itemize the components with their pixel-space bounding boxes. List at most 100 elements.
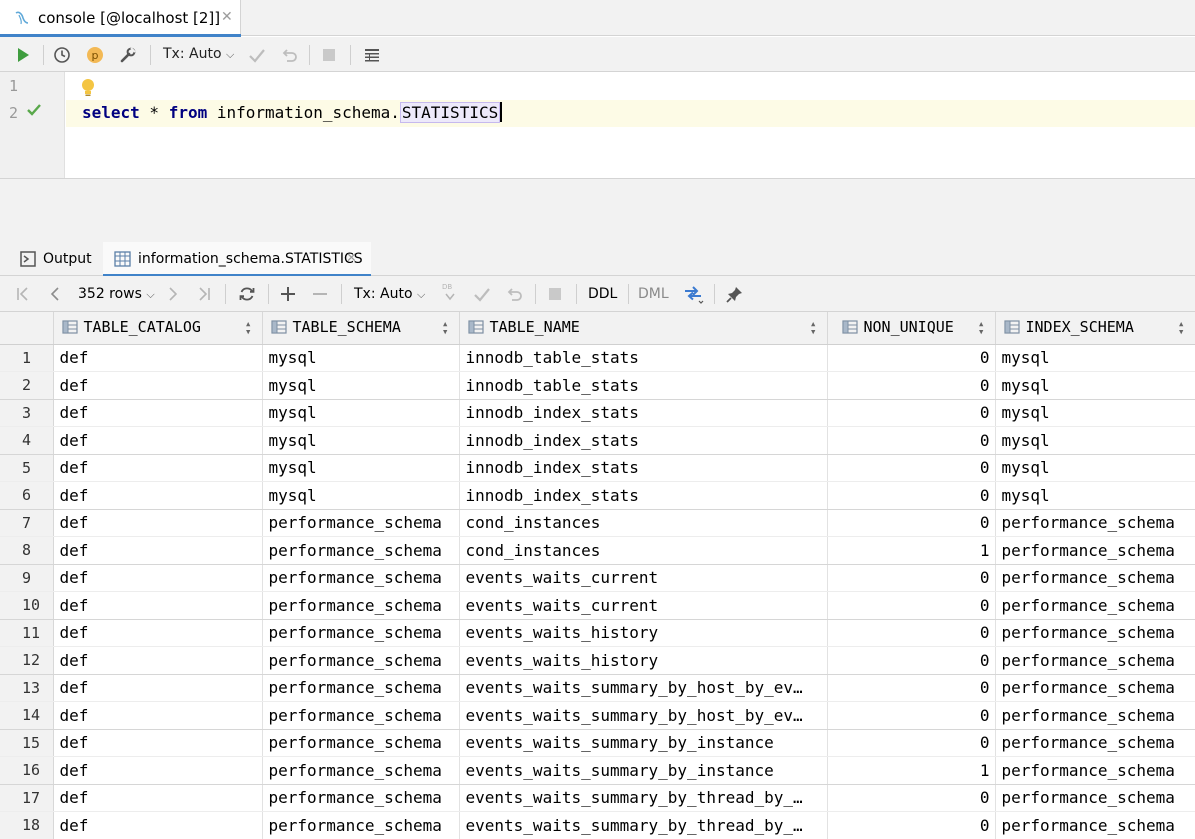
table-row[interactable]: 13 def performance_schema events_waits_summ… (0, 674, 1195, 702)
table-row[interactable]: 10 def performance_schema events_waits_curr… (0, 591, 1195, 620)
table-view-icon[interactable] (361, 44, 383, 66)
table-catalog-cell[interactable]: def (53, 481, 263, 510)
non-unique-cell[interactable]: 0 (827, 729, 996, 757)
table-schema-cell[interactable]: mysql (262, 426, 460, 455)
index-schema-cell[interactable]: mysql (995, 481, 1195, 510)
editor-results-splitter[interactable] (0, 178, 1195, 242)
index-schema-cell[interactable]: performance_schema (995, 619, 1195, 647)
table-schema-cell[interactable]: performance_schema (262, 701, 460, 730)
table-catalog-cell[interactable]: def (53, 536, 263, 565)
table-catalog-cell[interactable]: def (53, 344, 263, 372)
index-schema-cell[interactable]: performance_schema (995, 729, 1195, 757)
explain-plan-icon[interactable]: p (84, 44, 106, 66)
column-header-index-schema[interactable]: INDEX_SCHEMA ▴ ▾ (995, 312, 1195, 345)
non-unique-cell[interactable]: 0 (827, 674, 996, 702)
editor-tab-console[interactable]: console [@localhost [2]] ✕ (0, 0, 241, 37)
commit-check-icon[interactable] (246, 44, 268, 66)
table-schema-cell[interactable]: performance_schema (262, 646, 460, 675)
non-unique-cell[interactable]: 0 (827, 564, 996, 592)
index-schema-cell[interactable]: mysql (995, 454, 1195, 482)
table-row[interactable]: 16 def performance_schema events_waits_summ… (0, 756, 1195, 785)
table-schema-cell[interactable]: mysql (262, 481, 460, 510)
row-count-dropdown[interactable]: 352 rows ⌵ (78, 286, 155, 302)
table-catalog-cell[interactable]: def (53, 399, 263, 427)
table-schema-cell[interactable]: mysql (262, 454, 460, 482)
refresh-icon[interactable] (236, 283, 258, 305)
table-catalog-cell[interactable]: def (53, 619, 263, 647)
table-schema-cell[interactable]: performance_schema (262, 674, 460, 702)
tx-mode-dropdown[interactable]: Tx: Auto ⌵ (163, 46, 234, 62)
intention-bulb-icon[interactable] (80, 78, 96, 102)
non-unique-cell[interactable]: 1 (827, 536, 996, 565)
table-name-cell[interactable]: events_waits_current (459, 591, 828, 620)
index-schema-cell[interactable]: mysql (995, 344, 1195, 372)
table-schema-cell[interactable]: performance_schema (262, 564, 460, 592)
table-name-cell[interactable]: events_waits_history (459, 646, 828, 675)
table-name-cell[interactable]: events_waits_summary_by_instance (459, 756, 828, 785)
table-name-cell[interactable]: innodb_table_stats (459, 344, 828, 372)
table-catalog-cell[interactable]: def (53, 784, 263, 812)
index-schema-cell[interactable]: mysql (995, 426, 1195, 455)
index-schema-cell[interactable]: performance_schema (995, 646, 1195, 675)
non-unique-cell[interactable]: 0 (827, 701, 996, 730)
index-schema-cell[interactable]: performance_schema (995, 701, 1195, 730)
column-header-table-schema[interactable]: TABLE_SCHEMA ▴ ▾ (262, 312, 460, 345)
rollback-icon[interactable] (504, 283, 526, 305)
table-row[interactable]: 2 def mysql innodb_table_stats 0 mysql (0, 371, 1195, 400)
table-name-cell[interactable]: innodb_index_stats (459, 399, 828, 427)
close-icon[interactable]: ✕ (346, 251, 357, 266)
sort-arrows-icon[interactable]: ▴ ▾ (978, 318, 985, 337)
non-unique-cell[interactable]: 0 (827, 811, 996, 839)
last-page-icon[interactable] (193, 283, 215, 305)
table-schema-cell[interactable]: performance_schema (262, 591, 460, 620)
column-header-table-name[interactable]: TABLE_NAME ▴ ▾ (459, 312, 828, 345)
table-row[interactable]: 11 def performance_schema events_waits_hist… (0, 619, 1195, 647)
table-row[interactable]: 14 def performance_schema events_waits_summ… (0, 701, 1195, 730)
table-schema-cell[interactable]: performance_schema (262, 756, 460, 785)
table-catalog-cell[interactable]: def (53, 674, 263, 702)
non-unique-cell[interactable]: 0 (827, 481, 996, 510)
table-catalog-cell[interactable]: def (53, 646, 263, 675)
table-catalog-cell[interactable]: def (53, 701, 263, 730)
table-row[interactable]: 3 def mysql innodb_index_stats 0 mysql (0, 399, 1195, 427)
table-catalog-cell[interactable]: def (53, 371, 263, 400)
tx-mode-dropdown[interactable]: Tx: Auto ⌵ (354, 286, 425, 302)
pin-icon[interactable] (724, 283, 746, 305)
close-icon[interactable]: ✕ (221, 9, 233, 25)
submit-changes-db-icon[interactable]: DB (441, 283, 459, 305)
non-unique-cell[interactable]: 0 (827, 509, 996, 537)
previous-page-icon[interactable] (44, 283, 66, 305)
table-row[interactable]: 18 def performance_schema events_waits_summ… (0, 811, 1195, 839)
column-header-non-unique[interactable]: NON_UNIQUE ▴ ▾ (827, 312, 996, 345)
index-schema-cell[interactable]: mysql (995, 371, 1195, 400)
table-schema-cell[interactable]: mysql (262, 399, 460, 427)
index-schema-cell[interactable]: performance_schema (995, 591, 1195, 620)
table-name-cell[interactable]: events_waits_summary_by_host_by_ev… (459, 674, 828, 702)
table-name-cell[interactable]: events_waits_summary_by_thread_by_… (459, 811, 828, 839)
table-catalog-cell[interactable]: def (53, 454, 263, 482)
table-name-cell[interactable]: events_waits_summary_by_thread_by_… (459, 784, 828, 812)
table-row[interactable]: 1 def mysql innodb_table_stats 0 mysql (0, 344, 1195, 372)
table-row[interactable]: 5 def mysql innodb_index_stats 0 mysql (0, 454, 1195, 482)
tab-output[interactable]: Output (0, 242, 103, 276)
compare-arrows-icon[interactable] (683, 283, 705, 305)
commit-check-icon[interactable] (471, 283, 493, 305)
results-grid[interactable]: TABLE_CATALOG ▴ ▾ TABLE_SCHEMA ▴ ▾ TABLE_NAM… (0, 312, 1195, 839)
table-row[interactable]: 7 def performance_schema cond_instances 0 per… (0, 509, 1195, 537)
sql-query-text[interactable]: select * from information_schema. STATIST… (82, 102, 503, 123)
run-icon[interactable] (12, 44, 34, 66)
stop-icon[interactable] (318, 44, 340, 66)
sort-arrows-icon[interactable]: ▴ ▾ (245, 318, 252, 337)
ddl-button[interactable]: DDL (588, 286, 617, 302)
table-name-cell[interactable]: events_waits_current (459, 564, 828, 592)
sql-editor[interactable]: 1 2 select * from information_schema. STA… (0, 72, 1195, 178)
index-schema-cell[interactable]: mysql (995, 399, 1195, 427)
next-page-icon[interactable] (162, 283, 184, 305)
dml-button[interactable]: DML (638, 286, 669, 302)
table-schema-cell[interactable]: performance_schema (262, 509, 460, 537)
non-unique-cell[interactable]: 0 (827, 619, 996, 647)
non-unique-cell[interactable]: 0 (827, 399, 996, 427)
non-unique-cell[interactable]: 0 (827, 591, 996, 620)
tab-statistics-result[interactable]: information_schema.STATISTICS ✕ (103, 242, 371, 277)
column-header-table-catalog[interactable]: TABLE_CATALOG ▴ ▾ (53, 312, 263, 345)
